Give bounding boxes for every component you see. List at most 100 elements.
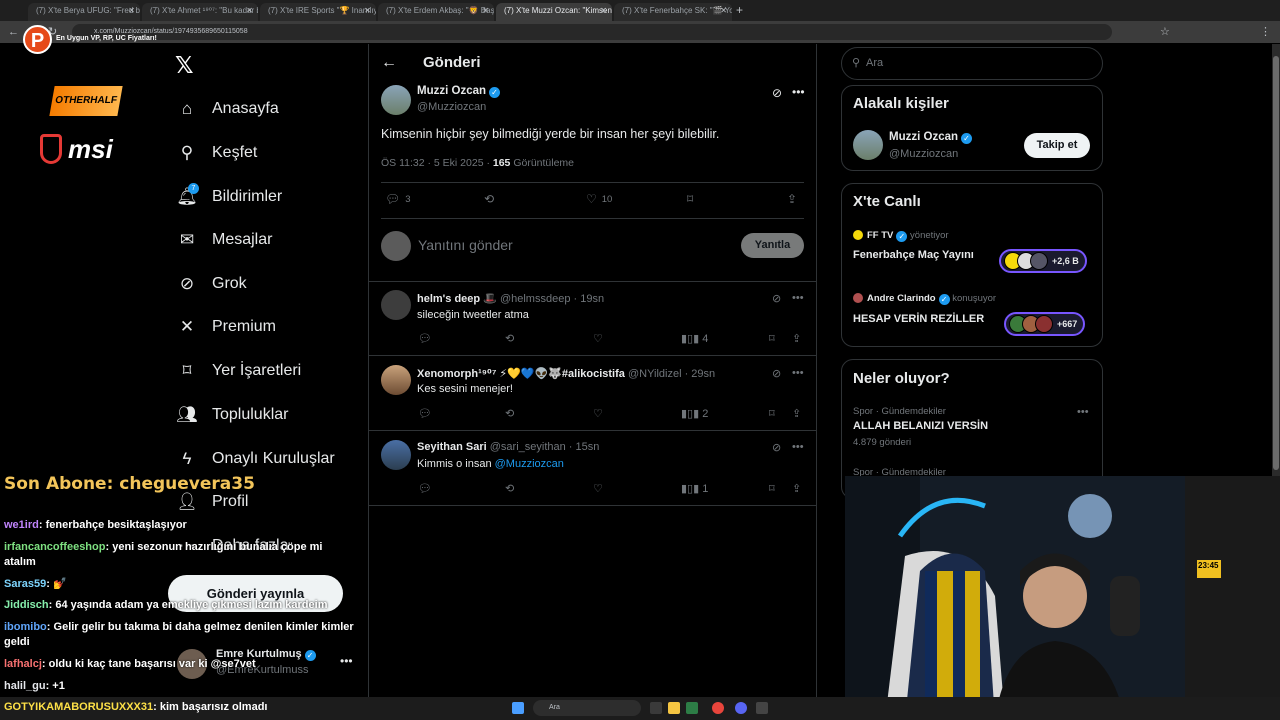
avatar[interactable] [381, 365, 411, 395]
views-action[interactable]: ▮▯▮ 4 [681, 332, 708, 345]
more-icon[interactable]: ••• [792, 441, 804, 453]
browser-tab[interactable]: (7) X'te Erdem Akbaş: "🦁 Başk... ✕ [378, 3, 494, 21]
browser-tab-active[interactable]: (7) X'te Muzzi Ozcan: "Kimsenin...✕ [496, 3, 612, 21]
divider [369, 505, 817, 506]
heart-icon[interactable]: ♡ [593, 482, 603, 495]
repost-icon[interactable]: ⟲ [505, 332, 514, 345]
bookmark-action[interactable]: ⌑ [687, 192, 693, 206]
bookmark-star-icon[interactable]: ☆ [1160, 24, 1170, 40]
close-icon[interactable]: ✕ [482, 3, 489, 19]
browser-menu-icon[interactable]: ⋮ [1260, 24, 1271, 40]
nav-item-bookmarks[interactable]: ⌑ Yer İşaretleri [176, 356, 302, 386]
new-tab-icon[interactable]: + [736, 3, 743, 17]
trend-title[interactable]: ALLAH BELANIZI VERSİN [853, 420, 988, 432]
back-arrow-icon[interactable]: ← [381, 54, 397, 72]
grok-icon[interactable]: ⊘ [772, 367, 781, 380]
close-icon[interactable]: ✕ [246, 3, 253, 19]
share-icon[interactable]: ⇪ [792, 332, 801, 345]
avatar[interactable] [853, 130, 883, 160]
views-action[interactable]: ▮▯▮ 1 [681, 482, 708, 495]
reply-author[interactable]: Xenomorph¹⁹⁰⁷ ⚡💛💙👽🐺#alikocistifa @NYildi… [417, 367, 715, 380]
windows-start-icon[interactable] [512, 702, 524, 714]
scrollbar-thumb[interactable] [1273, 56, 1279, 470]
view-count: 2 [702, 408, 709, 420]
close-icon[interactable]: ✕ [128, 3, 135, 19]
nav-label: Premium [212, 318, 277, 335]
live-space-title[interactable]: Fenerbahçe Maç Yayını [853, 249, 974, 261]
more-icon[interactable]: ••• [792, 85, 805, 99]
bookmark-icon[interactable]: ⌑ [769, 482, 775, 495]
taskbar-search[interactable]: Ara [533, 700, 641, 716]
share-icon[interactable]: ⇪ [792, 482, 801, 495]
follow-button[interactable]: Takip et [1024, 133, 1090, 158]
live-host[interactable]: FF TV ✓ yönetiyor [853, 230, 949, 242]
discord-icon[interactable] [735, 702, 747, 714]
reply-handle: @sari_seyithan · 15sn [489, 441, 600, 453]
reply-icon[interactable]: 💬︎ [418, 482, 432, 495]
live-space-title[interactable]: HESAP VERİN REZİLLER [853, 313, 984, 325]
reply-action[interactable]: 💬︎ 3 [385, 192, 411, 206]
nav-item-grok[interactable]: ⊘ Grok [176, 269, 247, 299]
reply-input[interactable]: Yanıtını gönder [418, 237, 513, 253]
chrome-icon[interactable] [712, 702, 724, 714]
grok-icon[interactable]: ⊘ [772, 292, 781, 305]
task-view-icon[interactable] [650, 702, 662, 714]
more-icon[interactable]: ••• [792, 292, 804, 304]
reply-author[interactable]: helm's deep 🎩 @helmssdeep · 19sn [417, 292, 604, 305]
browser-tab[interactable]: (7) X'te Berya UFUG: "Fred bend...✕ [28, 3, 140, 21]
more-icon[interactable]: ••• [792, 367, 804, 379]
reply-icon[interactable]: 💬︎ [418, 407, 432, 420]
close-icon[interactable]: ✕ [364, 3, 371, 19]
related-name[interactable]: Muzzi Ozcan ✓ [889, 131, 973, 144]
grok-icon[interactable]: ⊘ [772, 86, 782, 100]
avatar[interactable] [381, 440, 411, 470]
heart-icon[interactable]: ♡ [593, 332, 603, 345]
nav-item-messages[interactable]: ✉ Mesajlar [176, 225, 273, 255]
bookmark-icon[interactable]: ⌑ [769, 332, 775, 345]
avatar[interactable] [381, 290, 411, 320]
nav-item-verified-orgs[interactable]: ϟ Onaylı Kuruluşlar [176, 444, 335, 474]
post-time[interactable]: ÖS 11:32 · 5 Eki 2025 · [381, 157, 493, 169]
reply-icon[interactable]: 💬︎ [418, 332, 432, 345]
views-action[interactable]: ▮▯▮ 2 [681, 407, 708, 420]
post-author-name: Muzzi Ozcan [417, 85, 487, 97]
post-handle[interactable]: @Muzziozcan [417, 101, 486, 113]
app-icon[interactable] [756, 702, 768, 714]
mention-link[interactable]: @Muzziozcan [495, 458, 564, 470]
share-action[interactable]: ⇪ [787, 192, 797, 206]
back-icon[interactable]: ← [8, 24, 19, 40]
reply-count: 3 [405, 193, 411, 205]
nav-item-premium[interactable]: ✕ Premium [176, 312, 276, 342]
url-input[interactable]: x.com/Muzziozcan/status/1974935689650115… [72, 24, 1112, 40]
close-icon[interactable]: ✕ [720, 3, 727, 19]
reply-author[interactable]: Seyithan Sari @sari_seyithan · 15sn [417, 441, 599, 453]
live-listeners[interactable]: +667 [1004, 312, 1086, 336]
share-icon[interactable]: ⇪ [792, 407, 801, 420]
nav-item-home[interactable]: ⌂ Anasayfa [176, 94, 279, 124]
post-author[interactable]: Muzzi Ozcan ✓ [417, 85, 501, 98]
x-logo-icon[interactable]: 𝕏 [175, 52, 194, 79]
live-listeners[interactable]: +2,6 B [999, 249, 1087, 273]
file-explorer-icon[interactable] [668, 702, 680, 714]
avatar[interactable] [381, 85, 411, 115]
close-icon[interactable]: ✕ [600, 3, 607, 19]
browser-tab[interactable]: (7) X'te Fenerbahçe SK: "🎬 Yo... ✕ [614, 3, 732, 21]
reply-button[interactable]: Yanıtla [741, 233, 804, 258]
sponsor-tagline: En Uygun VP, RP, UC Fiyatları! [56, 35, 157, 42]
app-icon[interactable] [686, 702, 698, 714]
bookmark-icon[interactable]: ⌑ [769, 407, 775, 420]
live-host[interactable]: Andre Clarindo ✓ konuşuyor [853, 293, 996, 305]
repost-action[interactable]: ⟲ [484, 192, 494, 206]
heart-icon[interactable]: ♡ [593, 407, 603, 420]
browser-tab[interactable]: (7) X'te IRE Sports "🏆 Inanılıyor...✕ [260, 3, 376, 21]
repost-icon[interactable]: ⟲ [505, 482, 514, 495]
nav-item-explore[interactable]: ⚲ Keşfet [176, 138, 258, 168]
nav-item-communities[interactable]: 👥︎ Topluluklar [176, 400, 288, 430]
repost-icon[interactable]: ⟲ [505, 407, 514, 420]
grok-icon[interactable]: ⊘ [772, 441, 781, 454]
like-action[interactable]: ♡ 10 [586, 192, 612, 206]
browser-tab[interactable]: (7) X'te Ahmet ¹⁹⁰⁷: "Bu kadar bgu...✕ [142, 3, 258, 21]
share-icon: ⇪ [787, 192, 798, 206]
more-icon[interactable]: ••• [1077, 406, 1089, 418]
nav-label: Bildirimler [212, 188, 283, 205]
